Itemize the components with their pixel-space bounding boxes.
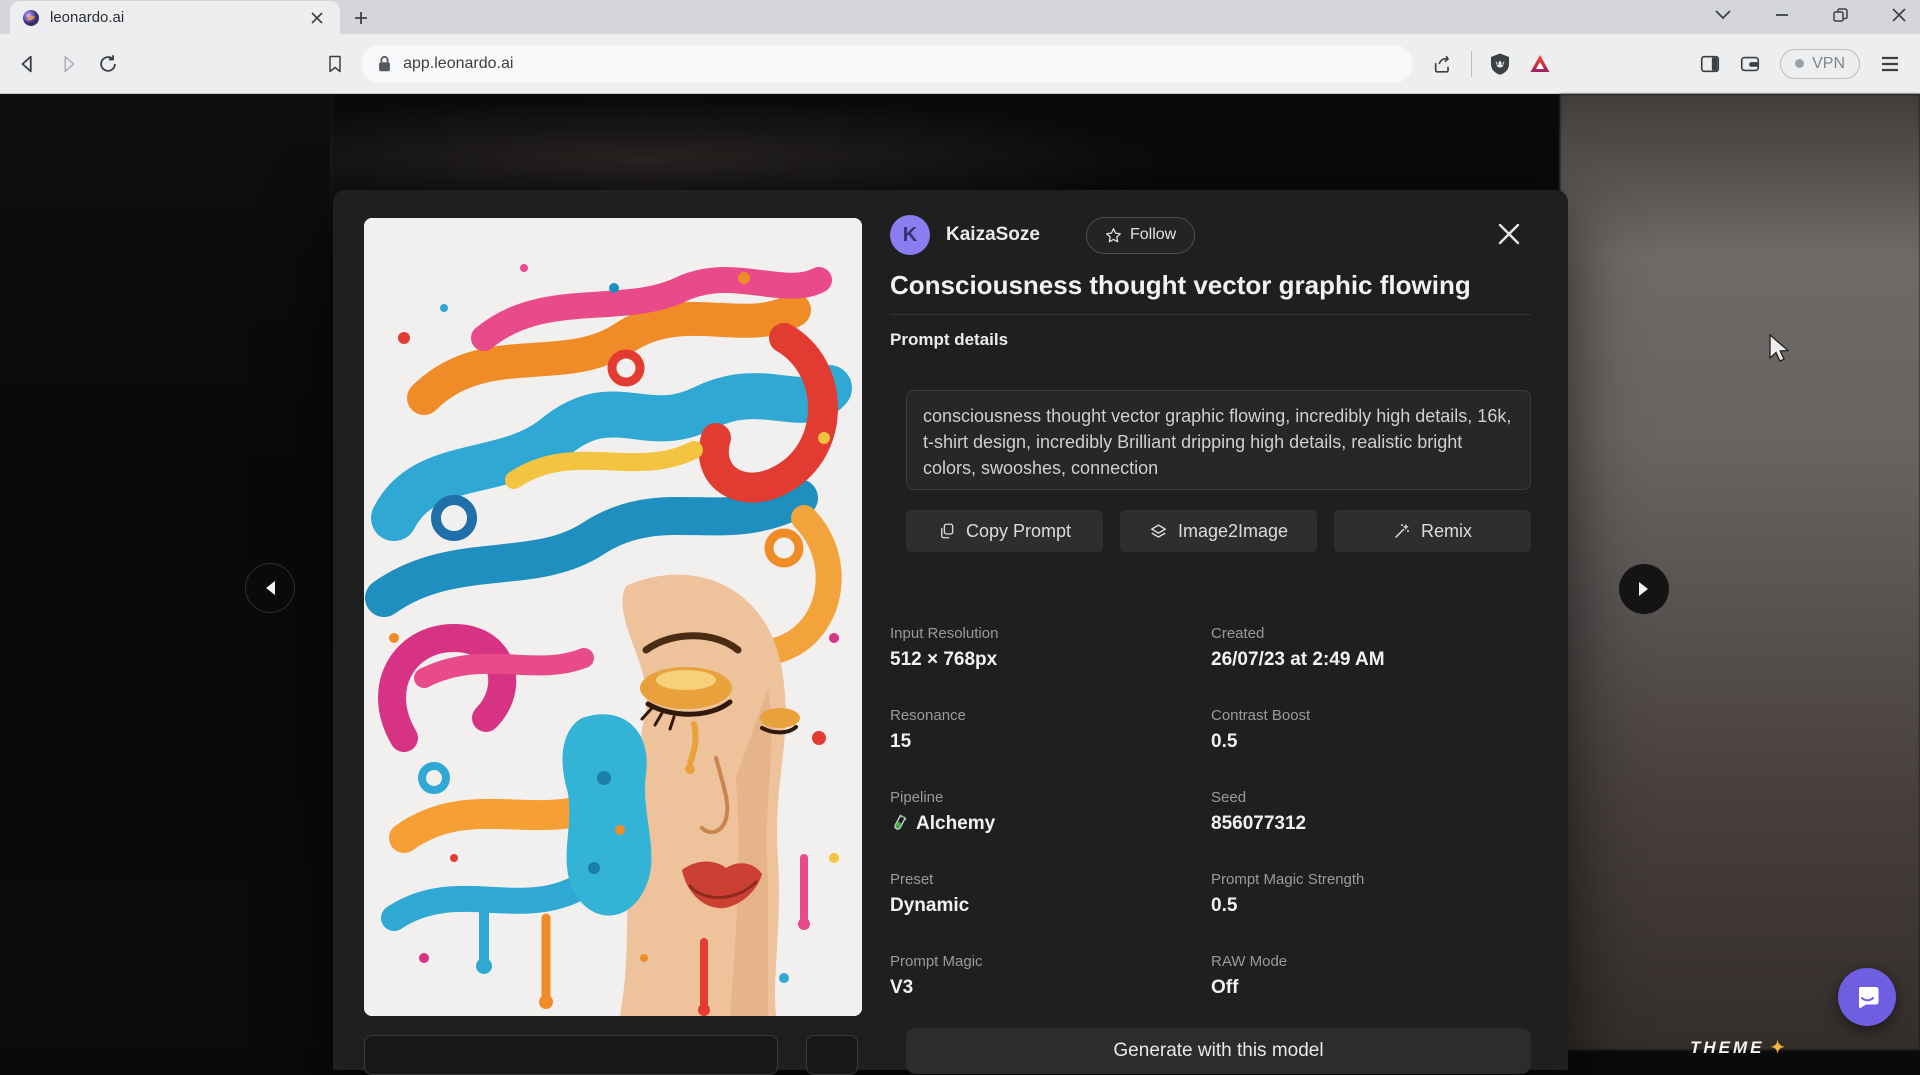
meta-pipeline: Pipeline Alchemy — [890, 789, 1211, 871]
meta-contrast-boost: Contrast Boost 0.5 — [1211, 707, 1545, 789]
image2image-label: Image2Image — [1178, 521, 1288, 542]
test-tube-icon — [890, 814, 908, 834]
close-window-icon[interactable] — [1892, 8, 1906, 22]
arrow-right-icon — [1637, 581, 1651, 597]
vpn-label: VPN — [1812, 55, 1845, 73]
brave-shield-icon[interactable] — [1480, 44, 1520, 84]
pipeline-value: Alchemy — [916, 813, 995, 835]
sidebar-toggle-icon[interactable] — [1690, 44, 1730, 84]
menu-icon[interactable] — [1870, 44, 1910, 84]
generated-image[interactable] — [364, 218, 862, 1016]
forward-button[interactable] — [48, 44, 88, 84]
user-name[interactable]: KaizaSoze — [946, 224, 1040, 246]
support-chat-button[interactable] — [1838, 968, 1896, 1026]
browser-chrome: leonardo.ai — [0, 0, 1920, 94]
remix-button[interactable]: Remix — [1334, 510, 1531, 552]
share-icon[interactable] — [1423, 44, 1463, 84]
address-bar[interactable]: app.leonardo.ai — [361, 45, 1413, 83]
tab-strip: leonardo.ai — [0, 0, 1920, 34]
meta-created: Created 26/07/23 at 2:49 AM — [1211, 625, 1545, 707]
browser-toolbar: app.leonardo.ai VPN — [0, 34, 1920, 94]
browser-tab[interactable]: leonardo.ai — [10, 1, 340, 34]
vpn-status-dot — [1795, 59, 1804, 68]
new-tab-button[interactable] — [348, 5, 374, 31]
chat-icon — [1853, 983, 1881, 1011]
prompt-text-box: consciousness thought vector graphic flo… — [906, 390, 1531, 490]
vpn-badge[interactable]: VPN — [1780, 49, 1860, 79]
generate-with-model-button[interactable]: Generate with this model — [906, 1028, 1531, 1074]
divider — [890, 314, 1531, 315]
modal-close-icon[interactable] — [1493, 218, 1525, 250]
image-detail-modal: K KaizaSoze Follow Consciousness thought… — [333, 190, 1568, 1070]
meta-prompt-magic-strength: Prompt Magic Strength 0.5 — [1211, 871, 1545, 953]
tab-close-icon[interactable] — [304, 5, 330, 31]
generation-title: Consciousness thought vector graphic flo… — [890, 270, 1510, 301]
star-icon — [1105, 227, 1122, 244]
back-button[interactable] — [8, 44, 48, 84]
tab-search-chevron-icon[interactable] — [1715, 10, 1731, 20]
follow-label: Follow — [1130, 226, 1176, 244]
tab-title: leonardo.ai — [50, 9, 304, 26]
toolbar-separator — [1471, 51, 1472, 77]
meta-prompt-magic: Prompt Magic V3 — [890, 953, 1211, 1035]
arrow-left-icon — [263, 580, 277, 596]
meta-seed: Seed 856077312 — [1211, 789, 1545, 871]
copy-prompt-label: Copy Prompt — [966, 521, 1071, 542]
metadata-grid: Input Resolution 512 × 768px Created 26/… — [890, 625, 1545, 1035]
meta-preset: Preset Dynamic — [890, 871, 1211, 953]
remix-label: Remix — [1421, 521, 1472, 542]
partial-prompt-input[interactable] — [364, 1035, 778, 1075]
meta-input-resolution: Input Resolution 512 × 768px — [890, 625, 1211, 707]
reload-button[interactable] — [88, 44, 128, 84]
prompt-details-heading: Prompt details — [890, 330, 1008, 350]
copy-icon — [938, 522, 956, 540]
restore-window-icon[interactable] — [1833, 8, 1848, 23]
minimize-window-icon[interactable] — [1775, 8, 1789, 22]
wand-icon — [1393, 522, 1411, 540]
meta-raw-mode: RAW Mode Off — [1211, 953, 1545, 1035]
previous-image-button[interactable] — [245, 563, 295, 613]
copy-prompt-button[interactable]: Copy Prompt — [906, 510, 1103, 552]
brave-rewards-bat-icon[interactable] — [1520, 44, 1560, 84]
backdrop-blurred-right — [1560, 94, 1920, 1050]
next-image-button[interactable] — [1619, 564, 1669, 614]
user-row: K KaizaSoze Follow — [890, 214, 1195, 256]
mouse-cursor — [1768, 334, 1790, 364]
partial-watermark-text: THEME✦ — [1690, 1038, 1788, 1058]
url-text: app.leonardo.ai — [403, 55, 513, 73]
window-controls — [1715, 0, 1906, 30]
sparkle-icon: ✦ — [1771, 1038, 1788, 1057]
follow-button[interactable]: Follow — [1086, 217, 1195, 254]
wallet-icon[interactable] — [1730, 44, 1770, 84]
site-favicon-icon — [22, 9, 40, 27]
page-background: K KaizaSoze Follow Consciousness thought… — [0, 94, 1920, 1050]
image2image-button[interactable]: Image2Image — [1120, 510, 1317, 552]
backdrop-glow — [330, 94, 1230, 204]
partial-side-button[interactable] — [806, 1035, 858, 1075]
layers-icon — [1149, 522, 1168, 541]
action-button-row: Copy Prompt Image2Image Remix — [906, 510, 1531, 552]
meta-resonance: Resonance 15 — [890, 707, 1211, 789]
avatar[interactable]: K — [890, 215, 930, 255]
lock-icon — [377, 55, 392, 73]
bookmarks-icon[interactable] — [315, 44, 355, 84]
